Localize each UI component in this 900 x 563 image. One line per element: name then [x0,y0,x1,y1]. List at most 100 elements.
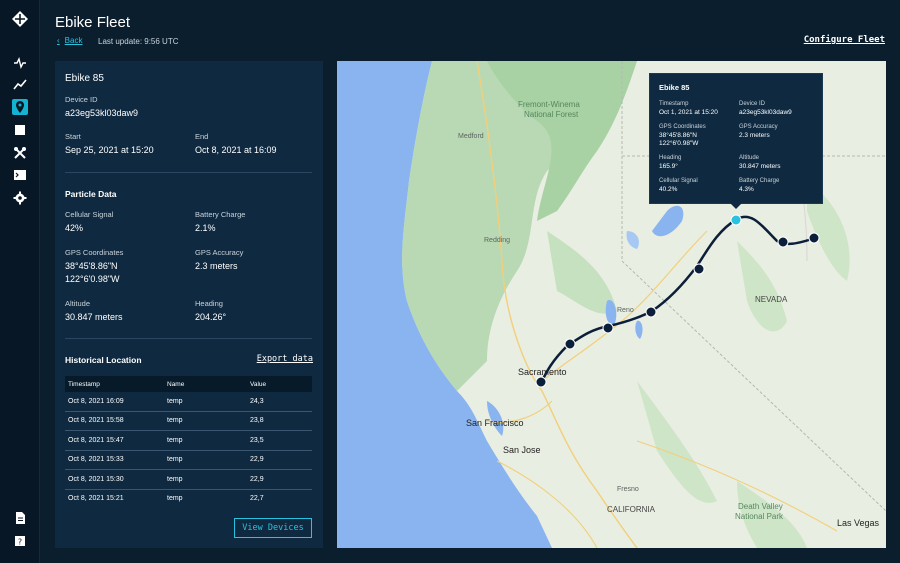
cellular-signal-label: Cellular Signal [65,210,114,219]
cell-timestamp: Oct 8, 2021 15:21 [68,495,124,503]
map-label: Las Vegas [837,518,880,528]
table-row[interactable]: Oct 8, 2021 15:47 temp 23,5 [65,431,312,451]
cell-timestamp: Oct 8, 2021 15:47 [68,436,124,444]
table-row[interactable]: Oct 8, 2021 15:21 temp 22,7 [65,490,312,509]
map-label: Redding [484,237,511,244]
tooltip-accuracy-label: GPS Accuracy [739,124,778,130]
map-label: Sacramento [518,367,567,377]
cell-timestamp: Oct 8, 2021 16:09 [68,397,124,405]
cell-value: 24,3 [250,397,264,405]
device-tooltip: Ebike 85 Timestamp Oct 1, 2021 at 15:20 … [649,73,823,209]
map-label: NEVADA [755,295,788,304]
route-point[interactable] [602,322,614,334]
tooltip-device-id-value: a23eg53kl03daw9 [739,109,792,116]
route-point[interactable] [777,236,789,248]
page-title: Ebike Fleet [55,14,131,31]
tooltip-battery-value: 4.3% [739,186,754,193]
gps-accuracy-value: 2.3 meters [195,261,238,271]
gps-coordinates-label: GPS Coordinates [65,248,124,257]
route-point[interactable] [808,232,820,244]
map-label: Reno [617,307,634,314]
back-label: Back [64,36,83,45]
route-point[interactable] [645,306,657,318]
tools-icon[interactable] [12,145,28,161]
settings-icon[interactable] [12,190,28,206]
table-header: Timestamp Name Value [65,376,312,392]
tooltip-altitude-value: 30.847 meters [739,163,781,170]
route-point[interactable] [693,263,705,275]
route-point[interactable] [535,376,547,388]
last-update-text: Last update: 9:56 UTC [98,37,179,46]
gps-accuracy-label: GPS Accuracy [195,248,244,257]
end-value: Oct 8, 2021 at 16:09 [195,145,277,155]
cell-name: temp [167,475,183,483]
tooltip-gps-lon: 122°6'0.98"W [659,140,699,147]
tooltip-timestamp-label: Timestamp [659,101,689,107]
cell-timestamp: Oct 8, 2021 15:58 [68,417,124,425]
heading-value: 204.26° [195,312,227,322]
table-row[interactable]: Oct 8, 2021 15:30 temp 22,9 [65,470,312,490]
map-label: National Park [735,512,784,521]
cell-name: temp [167,495,183,503]
cell-name: temp [167,417,183,425]
tooltip-timestamp-value: Oct 1, 2021 at 15:20 [659,109,718,116]
document-icon[interactable] [12,510,28,526]
heading-label: Heading [195,299,223,308]
cell-name: temp [167,456,183,464]
cell-value: 22,9 [250,456,264,464]
end-label: End [195,132,209,141]
battery-charge-label: Battery Charge [195,210,246,219]
map-label: Fresno [617,486,639,493]
history-table: Timestamp Name Value Oct 8, 2021 16:09 t… [65,376,312,508]
square-icon[interactable] [12,122,28,138]
route-point-selected[interactable] [730,214,742,226]
tooltip-cell-label: Cellular Signal [659,178,698,184]
tooltip-device-id-label: Device ID [739,101,766,107]
device-panel: Ebike 85 Device ID a23eg53kl03daw9 Start… [55,61,323,548]
column-header-value[interactable]: Value [250,381,312,388]
divider [65,338,312,339]
cell-value: 23,8 [250,417,264,425]
column-header-name[interactable]: Name [167,381,250,388]
table-row[interactable]: Oct 8, 2021 16:09 temp 24,3 [65,392,312,412]
table-row[interactable]: Oct 8, 2021 15:58 temp 23,8 [65,412,312,431]
activity-icon[interactable] [12,55,28,71]
map-label: San Francisco [466,418,524,428]
help-icon[interactable]: ? [12,533,28,549]
map-label: Medford [458,133,484,140]
chart-icon[interactable] [12,77,28,93]
gps-latitude-value: 38°45'8.86"N [65,261,118,271]
table-row[interactable]: Oct 8, 2021 15:33 temp 22,9 [65,451,312,470]
tooltip-gps-label: GPS Coordinates [659,124,706,130]
logo-icon[interactable] [11,10,29,28]
map-label: National Forest [524,110,579,119]
back-link[interactable]: ‹ Back [57,36,82,45]
column-header-timestamp[interactable]: Timestamp [65,381,167,388]
tooltip-title: Ebike 85 [659,83,690,92]
map-label: Fremont-Winema [518,100,580,109]
particle-data-title: Particle Data [65,189,117,199]
tooltip-accuracy-value: 2.3 meters [739,132,770,139]
route-point[interactable] [564,338,576,350]
chevron-left-icon: ‹ [57,36,60,45]
device-name: Ebike 85 [65,73,104,84]
map-view[interactable]: Fremont-Winema National Forest Medford R… [337,61,886,548]
tooltip-heading-value: 165.9° [659,163,678,170]
tooltip-altitude-label: Altitude [739,155,760,161]
cell-timestamp: Oct 8, 2021 15:30 [68,475,124,483]
gps-longitude-value: 122°6'0.98"W [65,274,120,284]
configure-fleet-link[interactable]: Configure Fleet [804,35,885,45]
export-data-link[interactable]: Export data [257,354,313,364]
location-icon[interactable] [12,99,28,115]
terminal-icon[interactable] [12,167,28,183]
cell-name: temp [167,397,183,405]
device-id-value: a23eg53kl03daw9 [65,108,139,118]
view-devices-button[interactable]: View Devices [234,518,312,538]
cell-value: 23,5 [250,436,264,444]
cell-value: 22,7 [250,495,264,503]
svg-text:?: ? [18,538,22,547]
start-value: Sep 25, 2021 at 15:20 [65,145,154,155]
divider [65,172,312,173]
battery-charge-value: 2.1% [195,223,216,233]
cell-value: 22,9 [250,475,264,483]
